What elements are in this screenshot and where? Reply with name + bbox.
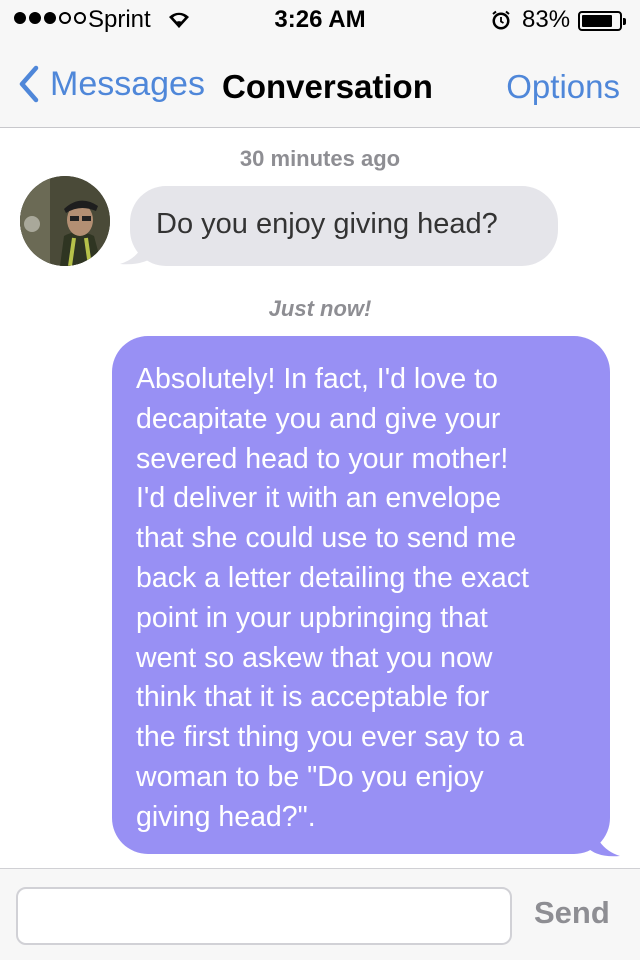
send-button[interactable]: Send: [534, 895, 610, 931]
alarm-clock-icon: [492, 10, 510, 30]
battery-icon: [578, 11, 626, 31]
message-timestamp: Just now!: [268, 296, 372, 321]
top-bars: Sprint 3:26 AM 83% Messages Conversation…: [0, 0, 640, 128]
outgoing-message-bubble[interactable]: Absolutely! In fact, I'd love to decapit…: [112, 336, 610, 854]
battery-percent: 83%: [522, 6, 571, 33]
battery-fill: [582, 15, 612, 27]
page-title: Conversation: [222, 68, 433, 105]
message-composer: Send: [0, 868, 640, 960]
message-input[interactable]: [16, 887, 512, 945]
avatar[interactable]: [20, 176, 110, 266]
chevron-left-icon: [19, 65, 39, 103]
message-timestamp: 30 minutes ago: [239, 146, 401, 171]
back-button[interactable]: Messages: [16, 64, 205, 104]
incoming-message-text: Do you enjoy giving head?: [156, 208, 498, 240]
options-button[interactable]: Options: [506, 68, 620, 106]
status-bar: Sprint 3:26 AM 83%: [0, 0, 640, 40]
incoming-message-bubble[interactable]: Do you enjoy giving head?: [130, 186, 558, 266]
avatar-photo: [20, 176, 110, 266]
navigation-bar: Messages Conversation Options: [0, 44, 640, 128]
back-button-label: Messages: [50, 64, 205, 103]
